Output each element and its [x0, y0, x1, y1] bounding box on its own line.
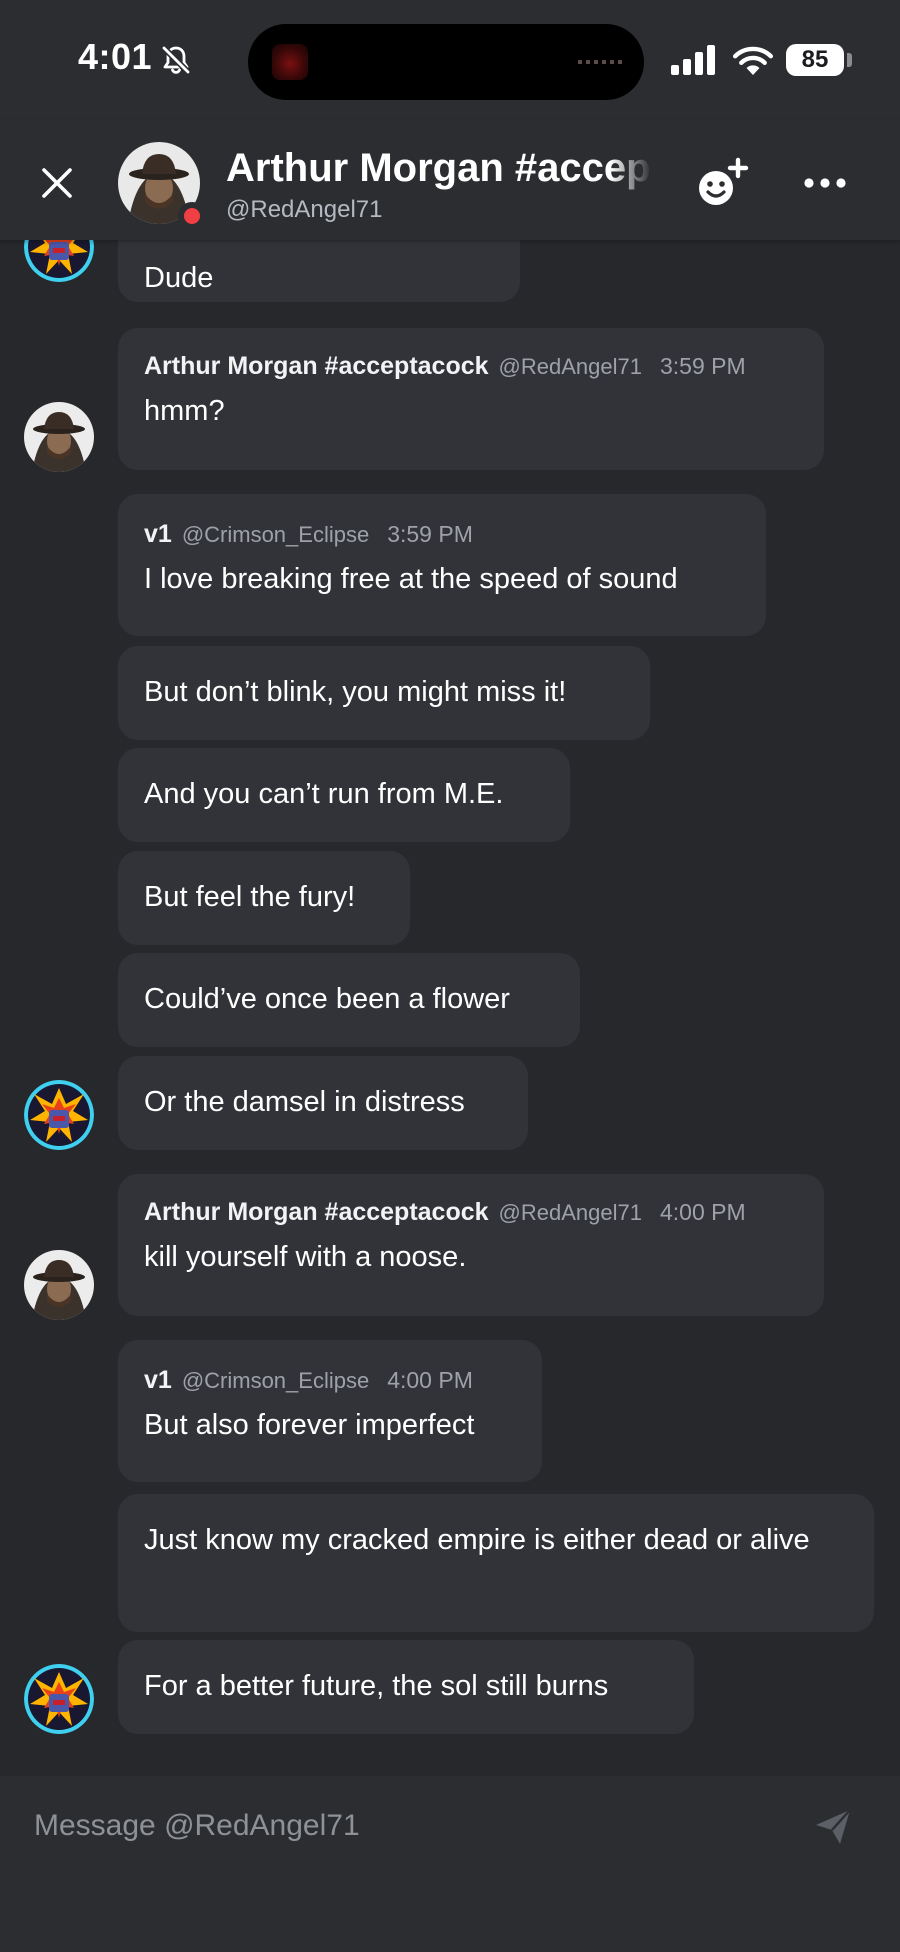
message-author[interactable]: Arthur Morgan #acceptacock [144, 1194, 489, 1230]
message-author[interactable]: v1 [144, 1362, 172, 1398]
message-bubble[interactable]: Just know my cracked empire is either de… [118, 1494, 874, 1632]
message-text: For a better future, the sol still burns [144, 1670, 609, 1702]
message-meta: v1 @Crimson_Eclipse 3:59 PM [144, 516, 740, 553]
message-bubble[interactable]: For a better future, the sol still burns [118, 1640, 694, 1734]
message-time: 3:59 PM [387, 521, 473, 547]
message-text: kill yourself with a noose. [144, 1241, 467, 1273]
status-bar: 4:01 85 [0, 0, 900, 120]
message-text: But also forever imperfect [144, 1409, 475, 1441]
message-text: And you can’t run from M.E. [144, 778, 504, 810]
avatar-v1[interactable] [24, 1664, 94, 1734]
avatar-v1[interactable] [24, 240, 94, 282]
message-handle: @Crimson_Eclipse [181, 522, 370, 547]
battery-level: 85 [801, 46, 829, 73]
message-time: 4:00 PM [659, 1199, 746, 1225]
message-bubble[interactable]: Or the damsel in distress [118, 1056, 528, 1150]
message-text: Could’ve once been a flower [144, 983, 510, 1015]
message-bubble[interactable]: And you can’t run from M.E. [118, 748, 570, 842]
waveform-icon [578, 60, 624, 64]
message-meta: Arthur Morgan #acceptacock @RedAngel71 4… [144, 1194, 798, 1231]
message-handle: @Crimson_Eclipse [181, 1368, 370, 1393]
more-icon [804, 178, 846, 188]
close-button[interactable] [30, 156, 84, 210]
message-author[interactable]: Arthur Morgan #acceptacock [144, 348, 489, 384]
battery-tip [847, 53, 852, 67]
more-button[interactable] [798, 156, 852, 210]
chat-header: Arthur Morgan #acceptacock @RedAngel71 [0, 120, 900, 240]
cellular-signal-icon [671, 45, 715, 75]
header-handle: @RedAngel71 [226, 196, 383, 223]
message-list: Dude Arthur Morgan #acceptacock @RedAnge… [0, 240, 900, 1776]
message-bubble[interactable]: Could’ve once been a flower [118, 953, 580, 1047]
header-name-fade [610, 146, 656, 198]
message-handle: @RedAngel71 [498, 1200, 642, 1225]
message-bubble[interactable]: v1 @Crimson_Eclipse 3:59 PM I love break… [118, 494, 766, 636]
status-dot [178, 202, 206, 230]
message-input[interactable] [0, 1776, 780, 1876]
bell-slash-icon [161, 45, 191, 75]
message-composer [0, 1776, 900, 1952]
message-text: Dude [144, 262, 214, 294]
message-author[interactable]: v1 [144, 516, 172, 552]
avatar-arthur[interactable] [24, 1250, 94, 1320]
wifi-icon [733, 46, 773, 75]
battery-indicator: 85 [786, 44, 844, 76]
dynamic-island [248, 24, 644, 100]
close-icon [42, 168, 72, 198]
status-time: 4:01 [78, 36, 153, 77]
message-text: Or the damsel in distress [144, 1086, 465, 1118]
message-bubble[interactable]: Arthur Morgan #acceptacock @RedAngel71 4… [118, 1174, 824, 1316]
message-bubble[interactable]: But don’t blink, you might miss it! [118, 646, 650, 740]
avatar-arthur[interactable] [24, 402, 94, 472]
message-bubble[interactable]: But feel the fury! [118, 851, 410, 945]
add-friend-icon[interactable] [692, 156, 752, 212]
message-text: Just know my cracked empire is either de… [144, 1524, 810, 1556]
message-bubble[interactable]: Arthur Morgan #acceptacock @RedAngel71 3… [118, 328, 824, 470]
message-meta: v1 @Crimson_Eclipse 4:00 PM [144, 1362, 516, 1399]
message-text: hmm? [144, 395, 225, 427]
message-handle: @RedAngel71 [498, 354, 642, 379]
avatar-v1[interactable] [24, 1080, 94, 1150]
message-meta: Arthur Morgan #acceptacock @RedAngel71 3… [144, 348, 798, 385]
message-bubble[interactable]: Dude [118, 240, 520, 302]
header-name[interactable]: Arthur Morgan #acceptacock [226, 146, 650, 198]
send-icon[interactable] [810, 1804, 856, 1850]
message-text: But feel the fury! [144, 881, 356, 913]
message-bubble[interactable]: v1 @Crimson_Eclipse 4:00 PM But also for… [118, 1340, 542, 1482]
message-text: But don’t blink, you might miss it! [144, 676, 567, 708]
message-time: 4:00 PM [387, 1367, 473, 1393]
now-playing-thumbnail [272, 44, 308, 80]
message-text: I love breaking free at the speed of sou… [144, 563, 678, 595]
message-time: 3:59 PM [659, 353, 746, 379]
